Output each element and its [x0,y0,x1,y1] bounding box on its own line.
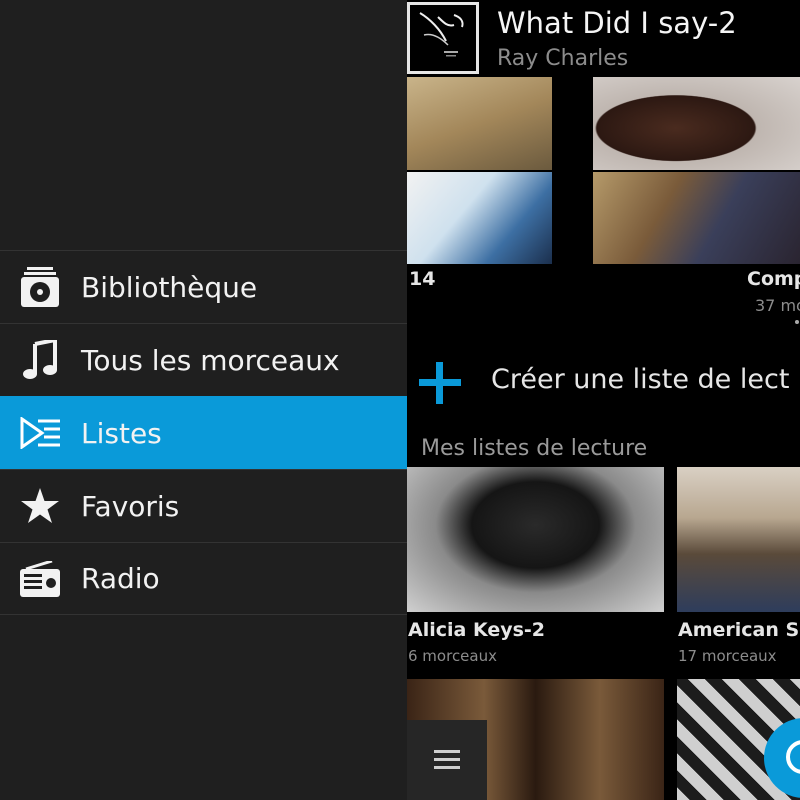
now-playing-artist: Ray Charles [497,46,629,71]
drawer-item-all-tracks[interactable]: Tous les morceaux [0,323,407,396]
navigation-drawer: Bibliothèque Tous les morceaux Listes Fa… [0,0,407,800]
drawer-item-label: Tous les morceaux [81,343,340,377]
now-playing-title: What Did I say-2 [497,6,737,40]
radio-icon [20,559,60,599]
carousel-page-dot [795,320,799,324]
star-icon [20,486,60,526]
create-playlist-button[interactable]: Créer une liste de lect [407,340,800,420]
drawer-menu: Bibliothèque Tous les morceaux Listes Fa… [0,250,407,615]
hamburger-icon [434,750,460,770]
playlist-name: American So [678,619,800,641]
drawer-item-label: Favoris [81,489,180,523]
carousel-right-label: Comp [747,268,800,290]
carousel-left-label: 14 [409,268,436,290]
album-art-tile [407,172,552,264]
playlist-name: Alicia Keys-2 [408,619,546,641]
drawer-item-label: Bibliothèque [81,270,258,304]
playlist-count: 17 morceaux [678,647,777,665]
search-icon [786,740,800,774]
menu-button[interactable] [407,720,487,800]
drawer-item-label: Listes [81,416,162,450]
drawer-item-playlists[interactable]: Listes [0,396,407,469]
section-title: Mes listes de lecture [421,436,648,461]
playlist-count: 6 morceaux [408,647,497,665]
album-art-tile [407,77,552,170]
drawer-item-label: Radio [81,562,160,595]
playlist-icon [20,413,60,453]
playlist-cover [407,467,664,612]
drawer-item-radio[interactable]: Radio [0,542,407,615]
now-playing-bar[interactable]: What Did I say-2 Ray Charles [407,0,800,77]
library-icon [20,267,60,307]
plus-icon [419,362,461,404]
main-content: What Did I say-2 Ray Charles 14 Comp 37 … [407,0,800,800]
playlist-cover [677,467,800,612]
album-cover-art [410,5,476,71]
drawer-item-favorites[interactable]: Favoris [0,469,407,542]
album-art-tile [593,77,800,170]
music-note-icon [20,340,60,380]
drawer-item-library[interactable]: Bibliothèque [0,250,407,323]
album-art-tile [593,172,800,264]
album-carousel[interactable] [407,77,800,267]
now-playing-cover [407,2,479,74]
create-playlist-label: Créer une liste de lect [491,364,790,395]
carousel-right-count: 37 mo [755,296,800,315]
